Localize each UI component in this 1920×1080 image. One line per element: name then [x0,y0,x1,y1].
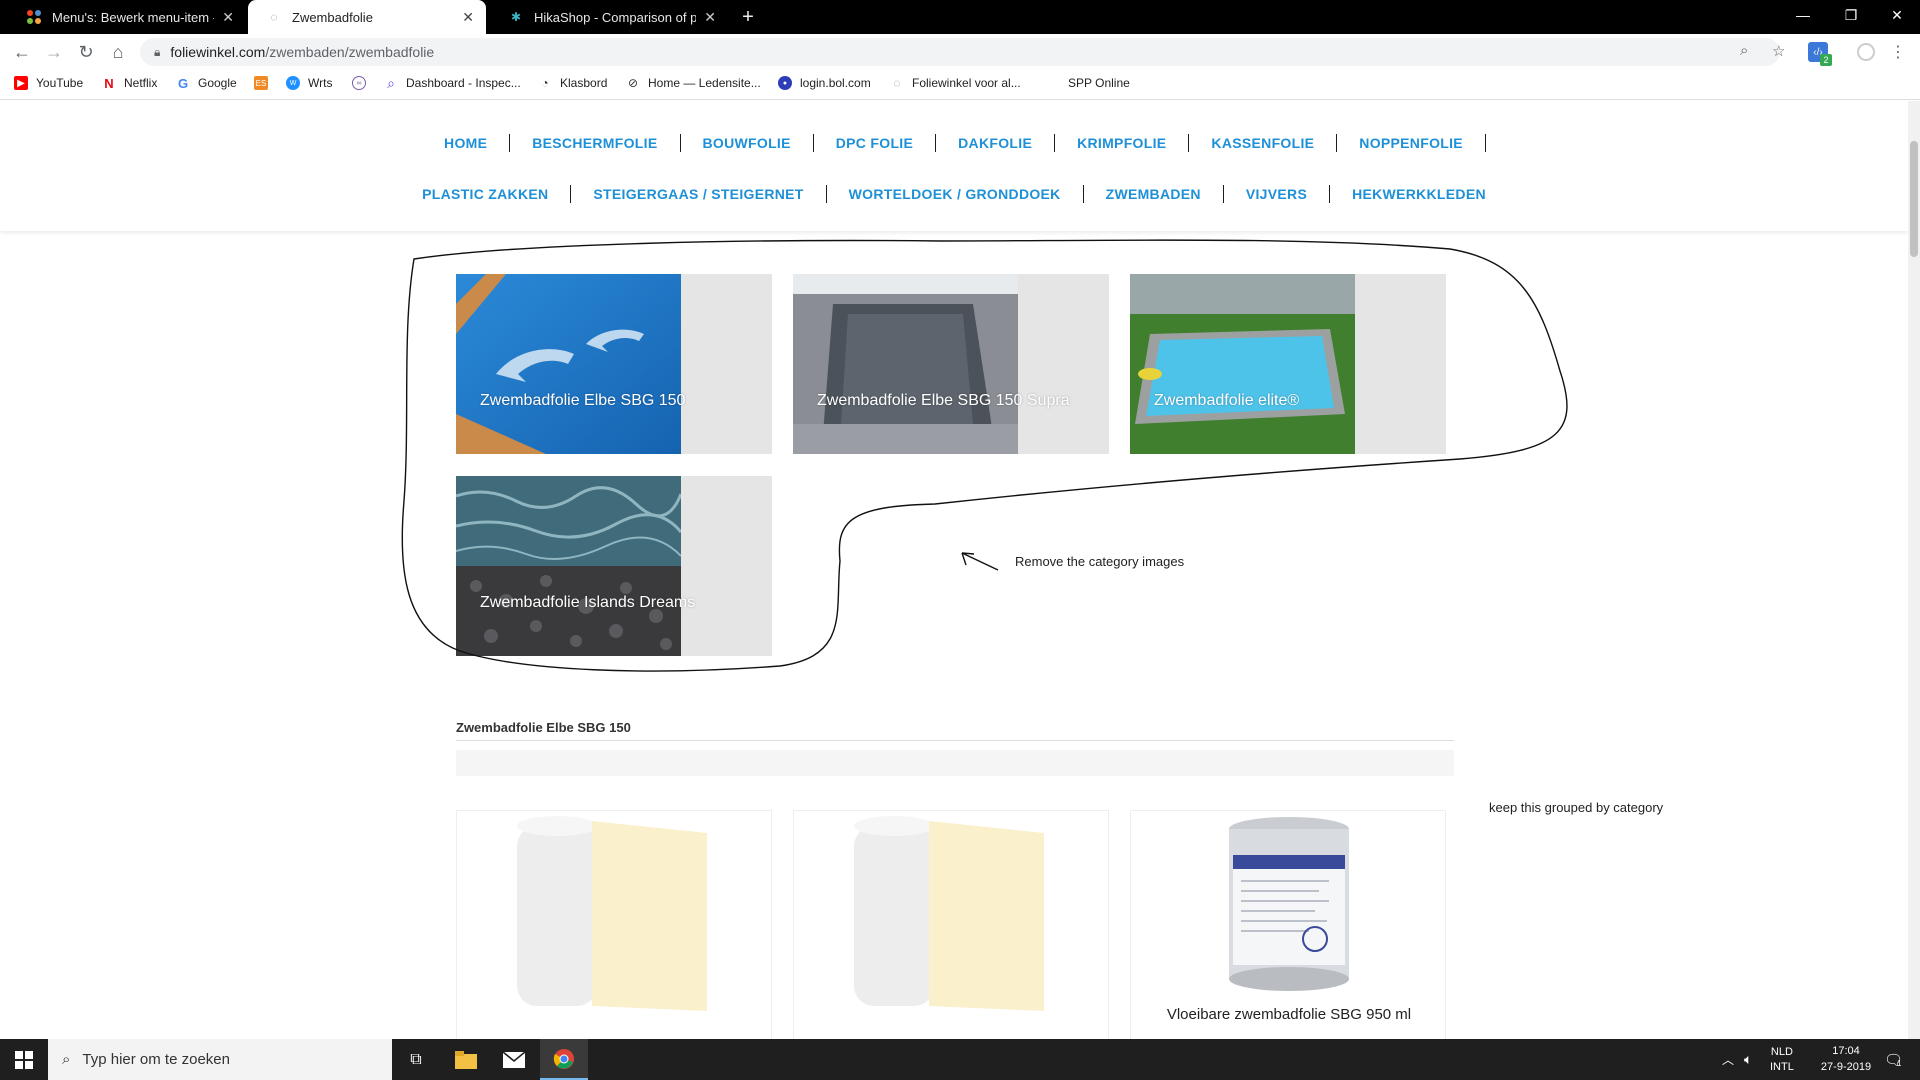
bookmark-youtube[interactable]: ▶ YouTube [14,76,83,90]
forward-icon[interactable]: → [40,38,68,66]
taskbar-search[interactable]: ⌕ Typ hier om te zoeken [48,1039,392,1080]
windows-start-icon[interactable] [0,1039,48,1080]
bookmark-purple[interactable]: ∞ [352,76,374,90]
section-filter-bar [456,750,1454,776]
task-view-icon[interactable]: ⧉ [392,1039,440,1080]
product-image-roll[interactable] [497,811,737,1011]
search-icon: ⌕ [62,1051,71,1068]
product-card[interactable] [456,810,772,1039]
windows-taskbar: ⌕ Typ hier om te zoeken ⧉ ︿ 🔈︎ NLD INTL … [0,1039,1920,1080]
tab-zwembadfolie[interactable]: ◌ Zwembadfolie ✕ [248,0,486,34]
product-image-can[interactable] [1219,815,1359,995]
spp-icon [1046,76,1060,90]
annotation-remove-note: Remove the category images [1015,554,1185,569]
page-scrollbar[interactable] [1908,101,1920,1039]
bookmark-wrts[interactable]: W Wrts [286,76,332,90]
taskbar-search-placeholder: Typ hier om te zoeken [82,1051,230,1068]
foliewinkel-icon: ◌ [893,76,901,90]
wrts-icon: W [286,76,300,90]
close-icon[interactable]: ✕ [222,9,234,26]
window-close-icon[interactable]: ✕ [1874,0,1920,30]
language-indicator[interactable]: NLD INTL [1770,1039,1794,1080]
bookmark-dashboard[interactable]: ⌕ Dashboard - Inspec... [384,74,521,91]
bookmark-foliewinkel[interactable]: ◌ Foliewinkel voor al... [890,76,1020,90]
clock[interactable]: 17:04 27-9-2019 [1814,1043,1878,1075]
lang-top: NLD [1770,1045,1793,1058]
bookmark-orange[interactable]: ES [254,76,276,90]
tray-chevron-icon[interactable]: ︿ [1722,1039,1734,1080]
profile-avatar-icon[interactable] [1854,40,1878,64]
home-icon[interactable]: ⌂ [104,38,132,66]
annotation-arrow [961,552,999,571]
purple-site-icon: ∞ [352,76,366,90]
tab-title: HikaShop - Comparison of produ [534,9,697,25]
chrome-icon[interactable] [540,1039,588,1080]
menu-kebab-icon[interactable]: ⋮ [1886,40,1910,64]
minimize-icon[interactable]: — [1780,0,1826,30]
address-bar[interactable]: 🔒︎ foliewinkel.com/zwembaden/zwembadfoli… [140,38,1780,66]
bol-icon: ● [778,76,792,90]
youtube-icon: ▶ [14,76,28,90]
reload-icon[interactable]: ↻ [72,38,100,66]
bookmark-star-icon[interactable]: ☆ [1772,42,1785,60]
bookmark-spp[interactable]: SPP Online [1046,76,1130,90]
search-icon: ⌕ [387,74,395,91]
product-image-roll[interactable] [834,811,1074,1011]
netflix-icon: N [104,75,114,91]
klasbord-icon: ◔ [541,76,549,90]
bookmark-netflix[interactable]: N Netflix [102,75,157,91]
product-card[interactable]: Vloeibare zwembadfolie SBG 950 ml [1130,810,1446,1039]
product-name[interactable]: Vloeibare zwembadfolie SBG 950 ml [1131,1006,1447,1023]
browser-toolbar: ← → ↻ ⌂ 🔒︎ foliewinkel.com/zwembaden/zwe… [0,34,1920,70]
notification-center-icon[interactable]: 🗨︎ 1 [1884,1039,1903,1080]
lang-bottom: INTL [1770,1060,1794,1073]
restore-icon[interactable]: ❐ [1828,0,1874,30]
extension-badge: 2 [1820,54,1832,66]
mail-icon[interactable] [490,1039,538,1080]
annotation-group-note: keep this grouped by category [1489,800,1664,815]
hikashop-icon: ✱ [510,10,522,24]
joomla-icon [26,9,42,25]
tab-title: Zwembadfolie [292,9,373,25]
orange-site-icon: ES [254,76,268,90]
new-tab-button[interactable]: + [734,0,762,34]
notification-count: 1 [1897,1059,1902,1068]
clock-time: 17:04 [1832,1045,1860,1057]
bookmarks-bar: ▶ YouTube N Netflix G Google ES W Wrts ∞ ⌕ Da… [0,70,1920,100]
file-explorer-icon[interactable] [442,1039,490,1080]
bookmark-ledensite[interactable]: ⊘ Home — Ledensite... [626,76,761,90]
ledensite-icon: ⊘ [627,76,639,90]
web-page: HOME BESCHERMFOLIE BOUWFOLIE DPC FOLIE D… [0,101,1920,1039]
product-card[interactable] [793,810,1109,1039]
tab-menus[interactable]: Menu's: Bewerk menu-item - foli ✕ [8,0,246,34]
section-title: Zwembadfolie Elbe SBG 150 [456,720,631,735]
clock-date: 27-9-2019 [1820,1061,1872,1073]
tab-title: Menu's: Bewerk menu-item - foli [52,9,214,25]
section-divider [456,740,1454,741]
lock-icon: 🔒︎ [154,44,161,59]
bookmark-bol[interactable]: ● login.bol.com [778,76,871,90]
site-favicon-icon: ◌ [270,10,278,24]
bookmark-google[interactable]: G Google [176,75,237,91]
zoom-icon[interactable]: ⌕ [1740,42,1748,59]
bookmark-klasbord[interactable]: ◔ Klasbord [538,76,607,90]
browser-tab-strip: Menu's: Bewerk menu-item - foli ✕ ◌ Zwem… [0,0,1920,34]
back-icon[interactable]: ← [8,38,36,66]
close-icon[interactable]: ✕ [704,9,716,26]
google-icon: G [177,75,189,91]
volume-icon[interactable]: 🔈︎ [1744,1039,1752,1080]
close-icon[interactable]: ✕ [462,9,474,26]
scrollbar-thumb[interactable] [1910,141,1918,257]
tab-hikashop[interactable]: ✱ HikaShop - Comparison of produ ✕ [490,0,728,34]
url-domain: foliewinkel.com [170,44,266,60]
url-path: /zwembaden/zwembadfolie [265,44,435,60]
